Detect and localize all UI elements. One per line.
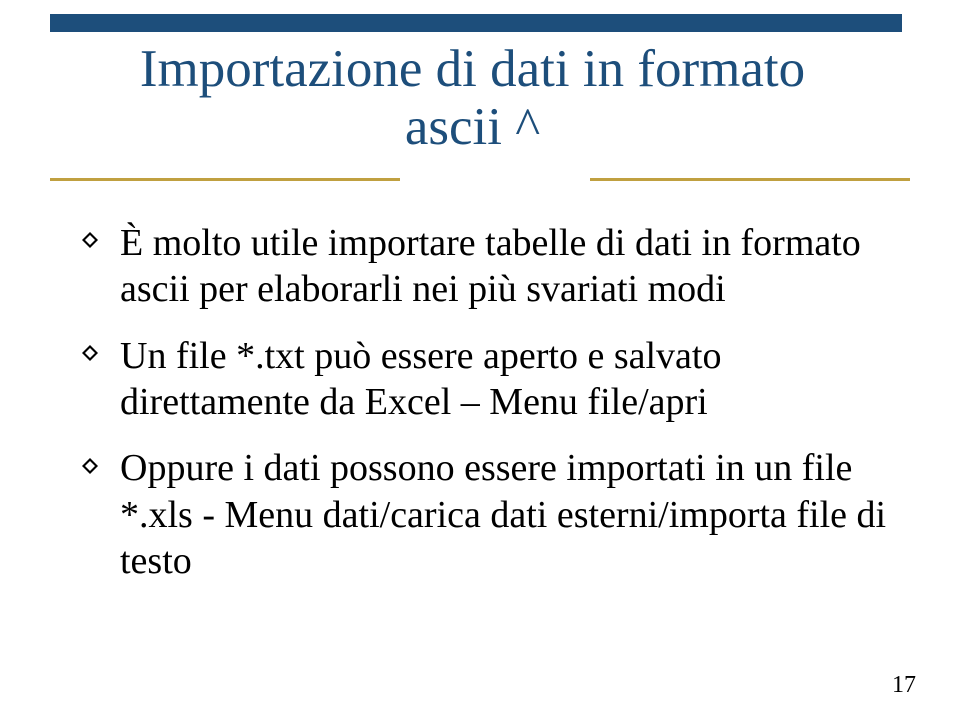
bullet-icon [82, 345, 98, 361]
list-item-text: Oppure i dati possono essere importati i… [120, 447, 886, 582]
list-item: È molto utile importare tabelle di dati … [82, 220, 912, 313]
list-item-text: È molto utile importare tabelle di dati … [120, 222, 861, 310]
bullet-icon [82, 458, 98, 474]
bullet-list: È molto utile importare tabelle di dati … [82, 220, 912, 605]
slide-title: Importazione di dati in formato ascii ^ [50, 40, 895, 167]
page-number: 17 [892, 672, 916, 699]
title-line-1: Importazione di dati in formato [50, 40, 895, 98]
title-underline-right [590, 178, 910, 181]
list-item-text: Un file *.txt può essere aperto e salvat… [120, 335, 721, 423]
bullet-icon [82, 232, 98, 248]
title-underline-left [50, 178, 400, 181]
title-line-2: ascii ^ [50, 98, 895, 156]
header-accent-bar [50, 14, 902, 32]
list-item: Oppure i dati possono essere importati i… [82, 445, 912, 584]
slide: Importazione di dati in formato ascii ^ … [0, 0, 960, 725]
list-item: Un file *.txt può essere aperto e salvat… [82, 333, 912, 426]
